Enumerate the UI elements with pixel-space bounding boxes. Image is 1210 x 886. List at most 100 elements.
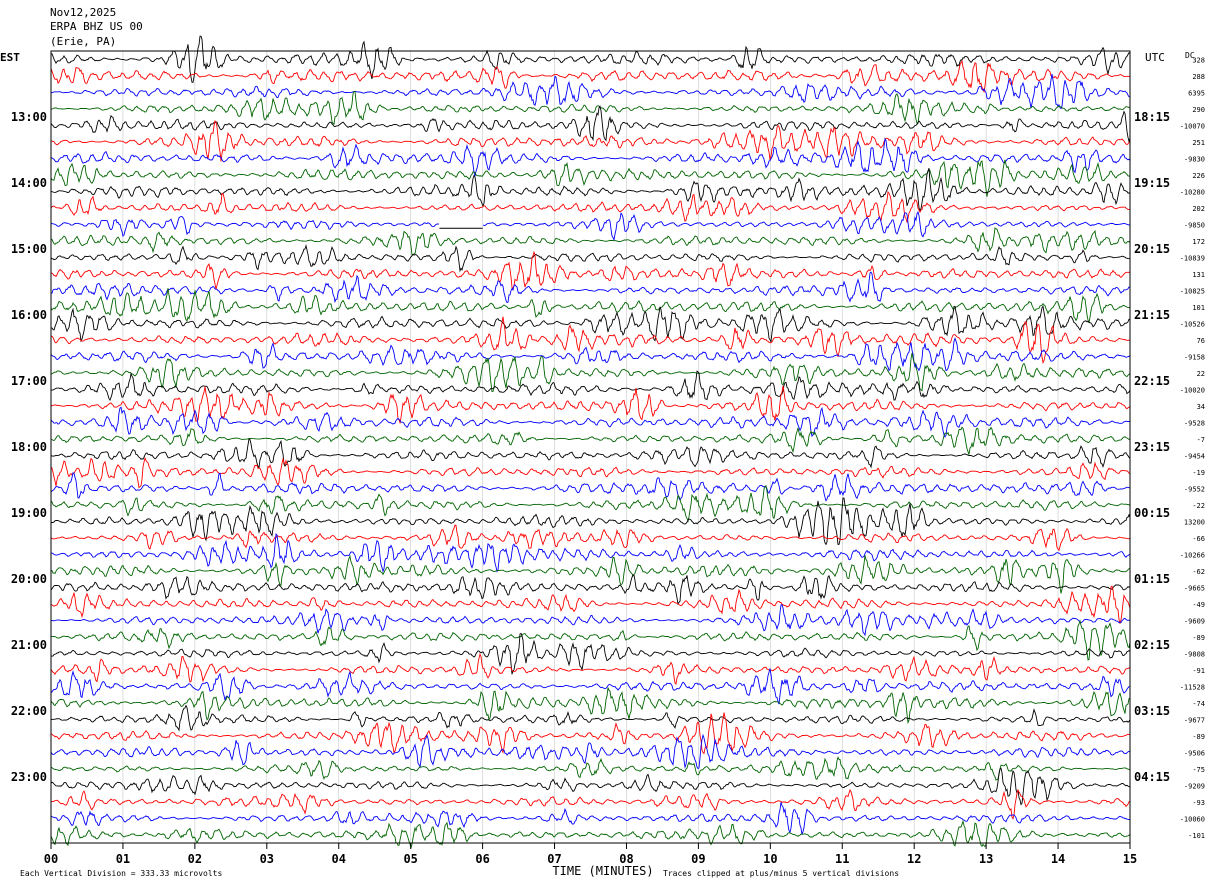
left-hour-label: 17:00: [11, 374, 47, 388]
dc-offset-label: -74: [1192, 700, 1205, 708]
trace-line: [50, 574, 1131, 606]
location-label: (Erie, PA): [50, 35, 116, 48]
dc-offset-label: -66: [1192, 535, 1205, 543]
dc-offset-label: 13200: [1184, 518, 1205, 526]
right-hour-label: 01:15: [1134, 572, 1170, 586]
dc-offset-label: 76: [1197, 337, 1205, 345]
trace-line: [50, 533, 1131, 573]
trace-line: [50, 352, 1131, 393]
trace-line: [50, 712, 1131, 755]
dc-offset-label: -9850: [1184, 221, 1205, 229]
left-zone-label: EST: [0, 51, 20, 64]
minute-gridlines: [122, 51, 1059, 843]
x-tick-label: 02: [188, 852, 202, 866]
helicorder-chart: 13:00 14:00 15:00 16:00 17:00 18:00 19:00 20:00…: [0, 6, 1205, 878]
dc-offset-label: -101: [1188, 832, 1205, 840]
dc-offset-label: -75: [1192, 766, 1205, 774]
x-tick-label: 00: [44, 852, 58, 866]
right-hour-label: 20:15: [1134, 242, 1170, 256]
date-label: Nov12,2025: [50, 6, 116, 19]
dc-offset-label: -10266: [1180, 551, 1205, 559]
right-time-labels: 18:15 19:15 20:15 21:15 22:15 23:15 00:15 01:15…: [1134, 110, 1170, 784]
dc-offset-label: 22: [1197, 370, 1205, 378]
left-hour-label: 20:00: [11, 572, 47, 586]
trace-line: [50, 472, 1131, 502]
seismic-traces: [50, 35, 1131, 850]
x-tick-label: 04: [332, 852, 346, 866]
trace-line: [50, 767, 1131, 806]
dc-offset-labels: 3282886395290-10070251-9830226-10280202-…: [1180, 56, 1205, 840]
left-hour-label: 18:00: [11, 440, 47, 454]
trace-line: [50, 524, 1131, 552]
left-hour-label: 16:00: [11, 308, 47, 322]
dc-offset-label: 251: [1192, 139, 1205, 147]
left-hour-label: 23:00: [11, 770, 47, 784]
trace-line: [50, 652, 1131, 685]
trace-line: [50, 243, 1131, 273]
dc-offset-label: -9677: [1184, 716, 1205, 724]
clip-note: Traces clipped at plus/minus 5 vertical …: [663, 869, 899, 878]
dc-offset-label: -91: [1192, 667, 1205, 675]
dc-offset-label: -89: [1192, 733, 1205, 741]
trace-line: [51, 73, 1131, 110]
trace-line: [50, 120, 1131, 162]
dc-offset-label: -10526: [1180, 320, 1205, 328]
x-tick-label: 15: [1123, 852, 1137, 866]
dc-offset-label: -10070: [1180, 122, 1205, 130]
trace-line: [51, 35, 1131, 83]
right-hour-label: 22:15: [1134, 374, 1170, 388]
trace-line: [50, 406, 1131, 439]
dc-offset-label: -10280: [1180, 188, 1205, 196]
dc-offset-label: 6395: [1188, 89, 1205, 97]
right-zone-label: UTC: [1145, 51, 1165, 64]
dc-offset-label: 226: [1192, 172, 1205, 180]
dc-offset-label: -7: [1197, 436, 1205, 444]
x-tick-label: 05: [403, 852, 417, 866]
trace-line: [50, 788, 1131, 820]
dc-offset-label: -93: [1192, 799, 1205, 807]
x-tick-label: 11: [835, 852, 849, 866]
left-hour-label: 14:00: [11, 176, 47, 190]
trace-line: [50, 619, 1131, 661]
station-label: ERPA BHZ US 00: [50, 20, 143, 33]
dc-offset-label: -9454: [1184, 452, 1205, 460]
right-hour-label: 00:15: [1134, 506, 1170, 520]
dc-header-label: DC: [1185, 51, 1195, 60]
trace-line: [50, 90, 1131, 126]
left-hour-label: 21:00: [11, 638, 47, 652]
dc-offset-label: 131: [1192, 271, 1205, 279]
trace-line: [50, 271, 1131, 304]
trace-line: [50, 704, 1131, 732]
dc-offset-label: -10020: [1180, 386, 1205, 394]
x-axis-ticks: 00 01 02 03 04 05 06 07 08 09 10 11 12 13 14 15: [44, 843, 1137, 866]
right-hour-label: 21:15: [1134, 308, 1170, 322]
dc-offset-label: 172: [1192, 238, 1205, 246]
dc-offset-label: 288: [1192, 73, 1205, 81]
dc-offset-label: -22: [1192, 502, 1205, 510]
dc-offset-label: 202: [1192, 205, 1205, 213]
x-tick-label: 01: [116, 852, 130, 866]
trace-line: [50, 756, 1130, 781]
right-hour-label: 19:15: [1134, 176, 1170, 190]
x-tick-label: 13: [979, 852, 993, 866]
right-hour-label: 03:15: [1134, 704, 1170, 718]
x-tick-label: 14: [1051, 852, 1065, 866]
trace-line: [50, 687, 1131, 725]
x-tick-label: 10: [763, 852, 777, 866]
left-hour-label: 19:00: [11, 506, 47, 520]
dc-offset-label: -9808: [1184, 650, 1205, 658]
trace-line: [50, 227, 1131, 255]
right-hour-label: 04:15: [1134, 770, 1170, 784]
trace-line: [50, 819, 1131, 850]
x-tick-label: 12: [907, 852, 921, 866]
dc-offset-label: -9158: [1184, 353, 1205, 361]
dc-offset-label: -49: [1192, 601, 1205, 609]
trace-line: [50, 288, 1131, 324]
dc-offset-label: -62: [1192, 568, 1205, 576]
dc-offset-label: -10825: [1180, 287, 1205, 295]
dc-offset-label: -89: [1192, 634, 1205, 642]
left-time-labels: 13:00 14:00 15:00 16:00 17:00 18:00 19:00 20:00…: [11, 110, 47, 784]
trace-line: [50, 426, 1131, 455]
trace-line: [50, 168, 1131, 213]
right-hour-label: 23:15: [1134, 440, 1170, 454]
